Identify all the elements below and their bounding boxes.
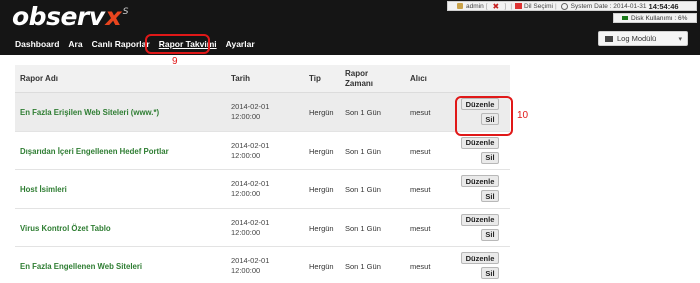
system-date: System Date : 2014-01-31 xyxy=(570,2,647,10)
annotation-10: 10 xyxy=(517,110,529,121)
report-period: Son 1 Gün xyxy=(345,223,381,233)
logo-suffix: S xyxy=(122,7,129,17)
report-type: Hergün xyxy=(309,146,334,156)
report-type: Hergün xyxy=(309,262,334,272)
report-date: 2014-02-01 12:00:00 xyxy=(231,102,269,122)
report-period: Son 1 Gün xyxy=(345,108,381,117)
logo[interactable]: observ x S xyxy=(12,4,128,32)
table-row: En Fazla Erişilen Web Siteleri (www.*) 20… xyxy=(15,93,510,132)
report-date-day: 2014-02-01 xyxy=(231,179,270,189)
report-name-link[interactable]: Dışarıdan İçeri Engellenen Hedef Portlar xyxy=(20,147,169,156)
main-nav: Dashboard Ara Canlı Raporlar Rapor Takvi… xyxy=(15,39,264,49)
logo-mark: x xyxy=(105,2,122,31)
nav-canli-raporlar[interactable]: Canlı Raporlar xyxy=(92,39,150,49)
report-recipient: mesut xyxy=(410,185,431,195)
edit-button[interactable]: Düzenle xyxy=(461,136,499,149)
report-recipient: mesut xyxy=(410,223,431,233)
nav-ayarlar[interactable]: Ayarlar xyxy=(226,39,255,49)
delete-button[interactable]: Sil xyxy=(481,190,499,203)
user-icon xyxy=(457,3,463,9)
col-tip: Tip xyxy=(309,74,321,83)
report-date-day: 2014-02-01 xyxy=(231,140,270,150)
report-date-time: 12:00:00 xyxy=(231,150,261,160)
edit-button[interactable]: Düzenle xyxy=(461,252,499,265)
language-select[interactable]: Dil Seçimi xyxy=(524,3,553,10)
edit-delete-highlight-marker xyxy=(455,96,513,136)
delete-button[interactable]: Sil xyxy=(481,228,499,241)
report-type: Hergün xyxy=(309,108,334,117)
nav-highlight-marker xyxy=(145,34,210,54)
system-time: 14:54:46 xyxy=(648,1,679,11)
report-date-time: 12:00:00 xyxy=(231,189,261,199)
user-status-bar: admin [ ✖ ] | Dil Seçimi | System Date :… xyxy=(447,1,697,11)
report-name-link[interactable]: Host İsimleri xyxy=(20,185,67,194)
top-header: observ x S admin [ ✖ ] | Dil Seçimi | Sy… xyxy=(0,0,700,55)
report-period: Son 1 Gün xyxy=(345,262,381,272)
table-row: Dışarıdan İçeri Engellenen Hedef Portlar… xyxy=(15,132,510,171)
table-header: Rapor Adı Tarih Tip Rapor Zamanı Alıcı xyxy=(15,65,510,93)
log-module-icon xyxy=(605,35,613,42)
report-type: Hergün xyxy=(309,185,334,195)
table-body: En Fazla Erişilen Web Siteleri (www.*) 20… xyxy=(15,93,510,283)
report-recipient: mesut xyxy=(410,108,431,117)
separator-2: | xyxy=(554,2,557,10)
col-rapor-adi: Rapor Adı xyxy=(20,74,58,83)
disk-icon xyxy=(622,16,628,20)
log-module-select[interactable]: Log Modülü ▾ xyxy=(598,31,688,46)
report-date-day: 2014-02-01 xyxy=(231,102,270,111)
clock-icon xyxy=(560,2,568,10)
table-row: Virus Kontrol Özet Tablo 2014-02-01 12:00:… xyxy=(15,209,510,248)
report-recipient: mesut xyxy=(410,262,431,272)
bracket-close: ] xyxy=(504,2,507,10)
delete-button[interactable]: Sil xyxy=(481,151,499,164)
chevron-down-icon: ▾ xyxy=(678,36,682,43)
col-tarih: Tarih xyxy=(231,74,250,83)
table-row: Host İsimleri 2014-02-01 12:00:00 Hergün Son… xyxy=(15,170,510,209)
report-name-link[interactable]: En Fazla Engellenen Web Siteleri xyxy=(20,262,142,271)
nav-dashboard[interactable]: Dashboard xyxy=(15,39,59,49)
report-date: 2014-02-01 12:00:00 xyxy=(231,179,269,199)
nav-ara[interactable]: Ara xyxy=(68,39,82,49)
report-date-day: 2014-02-01 xyxy=(231,217,270,227)
disk-usage: Disk Kullanımı : 6% xyxy=(613,13,697,23)
report-name-link[interactable]: Virus Kontrol Özet Tablo xyxy=(20,224,111,233)
report-name-link[interactable]: En Fazla Erişilen Web Siteleri (www.*) xyxy=(20,108,159,117)
report-date-day: 2014-02-01 xyxy=(231,256,270,266)
edit-button[interactable]: Düzenle xyxy=(461,213,499,226)
disk-usage-label: Disk Kullanımı : 6% xyxy=(631,14,688,22)
edit-button[interactable]: Düzenle xyxy=(461,175,499,188)
bracket-open: [ xyxy=(485,2,488,10)
table-row: En Fazla Engellenen Web Siteleri 2014-02-… xyxy=(15,247,510,283)
report-period: Son 1 Gün xyxy=(345,185,381,195)
username[interactable]: admin xyxy=(466,3,484,10)
col-rapor-zamani: Rapor Zamanı xyxy=(345,69,374,88)
report-date: 2014-02-01 12:00:00 xyxy=(231,141,269,161)
separator-1: | xyxy=(510,2,513,10)
close-icon[interactable]: ✖ xyxy=(493,2,500,10)
report-period: Son 1 Gün xyxy=(345,146,381,156)
report-type: Hergün xyxy=(309,223,334,233)
col-alici: Alıcı xyxy=(410,74,427,83)
report-date: 2014-02-01 12:00:00 xyxy=(231,256,269,276)
report-date-time: 12:00:00 xyxy=(231,227,261,237)
report-recipient: mesut xyxy=(410,146,431,156)
report-date-time: 12:00:00 xyxy=(231,112,261,121)
flag-icon xyxy=(515,3,523,9)
report-schedule-table: Rapor Adı Tarih Tip Rapor Zamanı Alıcı E… xyxy=(15,65,510,283)
logo-word: observ xyxy=(12,2,105,31)
log-module-label: Log Modülü xyxy=(617,34,657,43)
delete-button[interactable]: Sil xyxy=(481,267,499,280)
report-date: 2014-02-01 12:00:00 xyxy=(231,218,269,238)
report-date-time: 12:00:00 xyxy=(231,266,261,276)
